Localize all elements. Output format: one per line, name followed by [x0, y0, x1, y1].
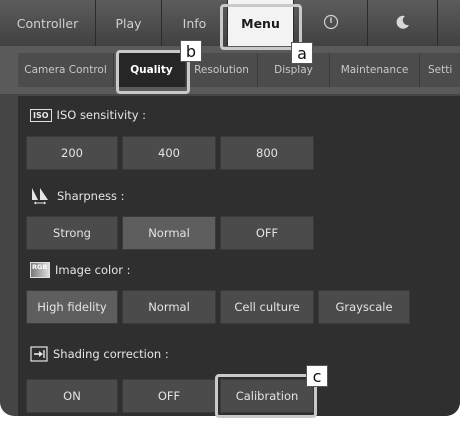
iso-200-label: 200 — [61, 146, 83, 160]
tab-night[interactable] — [368, 0, 438, 46]
shading-section-label: Shading correction : — [30, 344, 169, 364]
color-high-fidelity-button[interactable]: High fidelity — [26, 290, 118, 324]
sharpness-strong-button[interactable]: Strong — [26, 216, 118, 250]
tab-controller[interactable]: Controller — [0, 0, 96, 46]
subtab-settings-label: Setti — [428, 64, 453, 76]
calibration-highlight — [215, 374, 317, 418]
subtab-settings[interactable]: Setti — [420, 53, 460, 87]
subtab-display-label: Display — [274, 64, 313, 76]
image-color-section-label: RGB Image color : — [30, 260, 131, 280]
subtab-camera-control[interactable]: Camera Control — [18, 53, 114, 87]
tab-power[interactable] — [294, 0, 368, 46]
subtab-maintenance-label: Maintenance — [340, 64, 409, 76]
tab-play-label: Play — [115, 15, 142, 31]
tab-info-label: Info — [182, 15, 207, 31]
sharpness-section-label: Sharpness : — [30, 186, 125, 206]
iso-400-button[interactable]: 400 — [122, 136, 216, 170]
tab-controller-label: Controller — [16, 15, 79, 31]
menu-tab-highlight — [220, 4, 302, 50]
tab-overflow — [438, 0, 460, 46]
callout-a: a — [291, 42, 313, 64]
iso-800-button[interactable]: 800 — [220, 136, 314, 170]
color-cell-culture-label: Cell culture — [234, 300, 300, 314]
callout-b: b — [180, 40, 202, 62]
callout-a-text: a — [297, 43, 307, 63]
quality-tab-highlight — [116, 50, 190, 94]
iso-200-button[interactable]: 200 — [26, 136, 118, 170]
image-color-label-text: Image color : — [55, 263, 131, 277]
sharpness-off-button[interactable]: OFF — [220, 216, 314, 250]
shading-on-button[interactable]: ON — [26, 379, 118, 413]
app-window: Controller Play Info Menu Camera Control… — [0, 0, 460, 416]
sharpness-normal-button[interactable]: Normal — [122, 216, 216, 250]
color-grayscale-button[interactable]: Grayscale — [318, 290, 410, 324]
quality-panel: ISO ISO sensitivity : 200 400 800 Sharpn… — [18, 96, 460, 416]
callout-c-text: c — [312, 366, 322, 386]
subtab-maintenance[interactable]: Maintenance — [330, 53, 420, 87]
sharpness-strong-label: Strong — [53, 226, 91, 240]
shading-label-text: Shading correction : — [53, 347, 169, 361]
iso-400-label: 400 — [158, 146, 180, 160]
rgb-icon: RGB — [30, 262, 50, 278]
color-high-fidelity-label: High fidelity — [37, 300, 107, 314]
callout-b-text: b — [185, 41, 197, 61]
shading-off-label: OFF — [157, 389, 181, 403]
sharpness-off-label: OFF — [255, 226, 279, 240]
color-normal-button[interactable]: Normal — [122, 290, 216, 324]
power-icon — [323, 14, 339, 33]
subtab-resolution-label: Resolution — [194, 64, 249, 76]
shading-icon — [30, 346, 48, 362]
iso-section-label: ISO ISO sensitivity : — [30, 105, 146, 125]
color-cell-culture-button[interactable]: Cell culture — [220, 290, 314, 324]
sub-tab-bar: Camera Control Quality Resolution Displa… — [0, 46, 460, 94]
shading-off-button[interactable]: OFF — [122, 379, 216, 413]
color-normal-label: Normal — [148, 300, 190, 314]
sharpness-label-text: Sharpness : — [57, 189, 125, 203]
iso-icon: ISO — [30, 108, 52, 122]
iso-label-text: ISO sensitivity : — [56, 108, 147, 122]
tab-play[interactable]: Play — [96, 0, 162, 46]
color-grayscale-label: Grayscale — [335, 300, 393, 314]
moon-icon — [395, 14, 411, 33]
shading-on-label: ON — [63, 389, 81, 403]
sharpness-icon — [30, 187, 52, 205]
sharpness-normal-label: Normal — [148, 226, 190, 240]
subtab-camera-control-label: Camera Control — [24, 64, 107, 76]
callout-c: c — [306, 365, 328, 387]
iso-800-label: 800 — [256, 146, 278, 160]
